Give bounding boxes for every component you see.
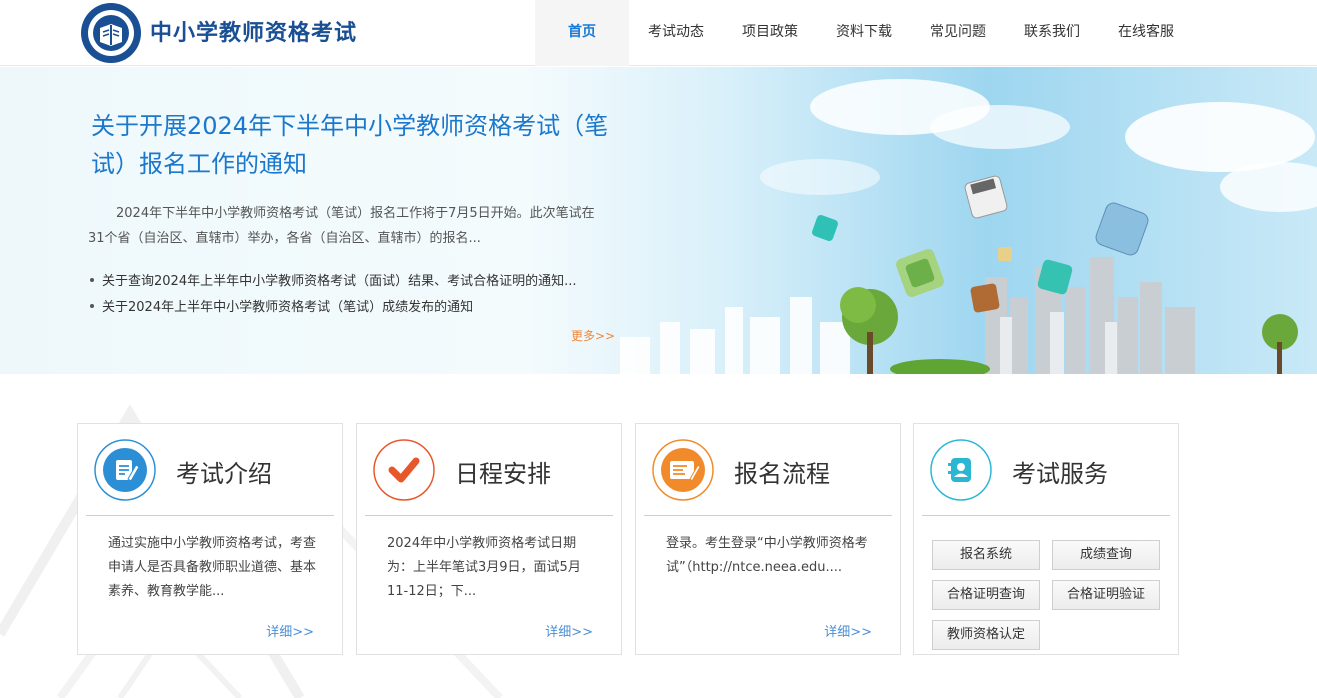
news-item[interactable]: 关于查询2024年上半年中小学教师资格考试（面试）结果、考试合格证明的通知...	[88, 269, 576, 295]
news-list: 关于查询2024年上半年中小学教师资格考试（面试）结果、考试合格证明的通知...…	[88, 269, 576, 321]
headline-link[interactable]: 关于开展2024年下半年中小学教师资格考试（笔试）报名工作的通知	[91, 107, 611, 183]
card-title[interactable]: 考试服务	[1012, 454, 1108, 489]
card-title[interactable]: 报名流程	[734, 454, 830, 489]
nav-contact[interactable]: 联系我们	[1005, 0, 1099, 66]
registration-process-card: 报名流程 登录。考生登录“中小学教师资格考试”（http://ntce.neea…	[635, 423, 901, 655]
schedule-card: 日程安排 2024年中小学教师资格考试日期为：上半年笔试3月9日，面试5月11-…	[356, 423, 622, 655]
certificate-verify-button[interactable]: 合格证明验证	[1052, 580, 1160, 610]
card-text: 通过实施中小学教师资格考试，考查申请人是否具备教师职业道德、基本素养、教育教学能…	[108, 536, 317, 599]
nav-exam-news[interactable]: 考试动态	[629, 0, 723, 66]
contact-book-icon	[930, 439, 992, 501]
detail-link[interactable]: 详细>>	[266, 621, 314, 640]
site-title[interactable]: 中小学教师资格考试	[150, 15, 357, 47]
card-text: 2024年中小学教师资格考试日期为：上半年笔试3月9日，面试5月11-12日；下…	[387, 536, 581, 599]
bullet-icon	[90, 304, 94, 308]
site-header: 中小学教师资格考试 首页 考试动态 项目政策 资料下载 常见问题 联系我们 在线…	[0, 0, 1317, 66]
exam-intro-card: 考试介绍 通过实施中小学教师资格考试，考查申请人是否具备教师职业道德、基本素养、…	[77, 423, 343, 655]
headline-summary: 2024年下半年中小学教师资格考试（笔试）报名工作将于7月5日开始。此次笔试在3…	[88, 206, 595, 246]
bullet-icon	[90, 278, 94, 282]
exam-services-card: 考试服务 报名系统 成绩查询 合格证明查询 合格证明验证 教师资格认定	[913, 423, 1179, 655]
detail-link[interactable]: 详细>>	[545, 621, 593, 640]
nav-faq[interactable]: 常见问题	[911, 0, 1005, 66]
registration-system-button[interactable]: 报名系统	[932, 540, 1040, 570]
card-text: 登录。考生登录“中小学教师资格考试”（http://ntce.neea.edu.…	[666, 536, 868, 575]
divider	[644, 515, 892, 516]
more-news-link[interactable]: 更多>>	[571, 327, 615, 344]
hero-banner: 关于开展2024年下半年中小学教师资格考试（笔试）报名工作的通知 2024年下半…	[0, 67, 1317, 374]
card-title[interactable]: 日程安排	[455, 454, 551, 489]
main-nav: 首页 考试动态 项目政策 资料下载 常见问题 联系我们 在线客服	[535, 0, 1193, 66]
divider	[365, 515, 613, 516]
site-logo[interactable]	[80, 2, 142, 64]
score-query-button[interactable]: 成绩查询	[1052, 540, 1160, 570]
nav-home[interactable]: 首页	[535, 0, 629, 66]
card-title[interactable]: 考试介绍	[176, 454, 272, 489]
document-edit-icon	[94, 439, 156, 501]
nav-downloads[interactable]: 资料下载	[817, 0, 911, 66]
news-item[interactable]: 关于2024年上半年中小学教师资格考试（笔试）成绩发布的通知	[88, 295, 576, 321]
divider	[922, 515, 1170, 516]
teacher-qualification-button[interactable]: 教师资格认定	[932, 620, 1040, 650]
form-pen-icon	[652, 439, 714, 501]
nav-online-service[interactable]: 在线客服	[1099, 0, 1193, 66]
detail-link[interactable]: 详细>>	[824, 621, 872, 640]
nav-policy[interactable]: 项目政策	[723, 0, 817, 66]
certificate-query-button[interactable]: 合格证明查询	[932, 580, 1040, 610]
divider	[86, 515, 334, 516]
checkmark-icon	[373, 439, 435, 501]
